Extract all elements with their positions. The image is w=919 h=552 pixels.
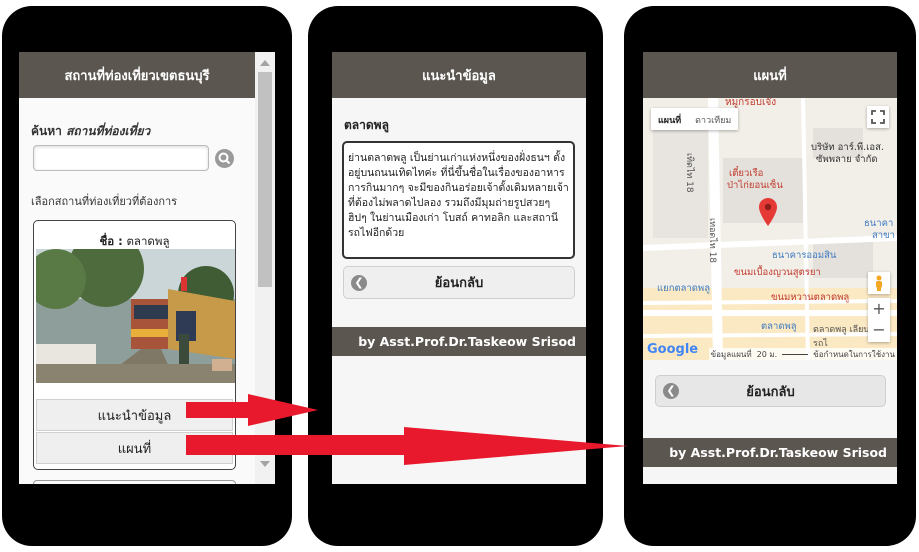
google-logo: Google bbox=[647, 342, 699, 357]
select-label: เลือกสถานที่ท่องเที่ยวที่ต้องการ bbox=[31, 195, 178, 208]
scroll-up-icon[interactable] bbox=[260, 60, 270, 66]
map-label: ธนาคารออมสิน bbox=[772, 250, 837, 261]
description-box: ย่านตลาดพลู เป็นย่านเก่าแห่งหนึ่งของฝั่ง… bbox=[342, 141, 575, 259]
phone-frame-map: แผนที่ หมูกรอบเจ๊ง บริษัท อาร์.พี.เอส. ซ… bbox=[624, 6, 916, 546]
map-label: ขนมเบื้องญวนสูตรยา bbox=[734, 267, 821, 278]
page-title: แผนที่ bbox=[643, 52, 897, 98]
scrollbar-thumb[interactable] bbox=[258, 72, 272, 287]
street-view-pegman[interactable] bbox=[868, 272, 890, 294]
map-label: เทอดไท 18 bbox=[707, 218, 717, 264]
page-title: แนะนำข้อมูล bbox=[332, 52, 586, 98]
next-card-edge bbox=[33, 480, 236, 484]
search-input[interactable] bbox=[33, 145, 209, 171]
arrow-info-icon bbox=[186, 394, 318, 426]
map-label: ตลาดพลู bbox=[761, 321, 797, 332]
search-label: ค้นหา สถานที่ท่องเที่ยว bbox=[31, 124, 151, 138]
map-label: ขนมหวานตลาดพลู bbox=[771, 292, 850, 303]
map-label: ป่าไก่ยอนเซ็น bbox=[727, 180, 783, 191]
map-attribution: ข้อมูลแผนที่ 20 ม. ข้อกำหนดในการใช้งาน bbox=[708, 348, 897, 360]
back-button[interactable]: ❮ ย้อนกลับ bbox=[655, 375, 886, 407]
place-photo bbox=[36, 249, 235, 383]
map-label: เทิดไท 18 bbox=[684, 153, 694, 193]
chevron-left-icon: ❮ bbox=[663, 383, 679, 399]
zoom-in-icon[interactable]: + bbox=[868, 298, 890, 320]
zoom-out-icon[interactable]: − bbox=[868, 320, 890, 342]
fullscreen-icon bbox=[871, 110, 885, 124]
map-type-map[interactable]: แผนที่ bbox=[651, 108, 688, 130]
fullscreen-button[interactable] bbox=[867, 106, 889, 128]
scale-bar bbox=[782, 348, 809, 355]
map-label: แยกตลาดพลู bbox=[657, 283, 711, 294]
pegman-icon bbox=[876, 275, 882, 291]
footer-credit: by Asst.Prof.Dr.Taskeow Srisod bbox=[643, 438, 897, 467]
map-label: ซัพพลาย จำกัด bbox=[816, 154, 878, 165]
screen-map: แผนที่ หมูกรอบเจ๊ง บริษัท อาร์.พี.เอส. ซ… bbox=[643, 52, 897, 484]
google-map[interactable]: หมูกรอบเจ๊ง บริษัท อาร์.พี.เอส. ซัพพลาย … bbox=[643, 98, 897, 360]
zoom-control: + − bbox=[868, 298, 890, 342]
location-pin-icon bbox=[759, 198, 777, 226]
chevron-left-icon: ❮ bbox=[351, 274, 367, 291]
page-title: สถานที่ท่องเที่ยวเขตธนบุรี bbox=[19, 52, 255, 98]
back-button[interactable]: ❮ ย้อนกลับ bbox=[343, 266, 575, 299]
search-icon bbox=[218, 152, 231, 165]
map-type-satellite[interactable]: ดาวเทียม bbox=[688, 108, 738, 130]
search-button[interactable] bbox=[215, 149, 234, 168]
footer-credit: by Asst.Prof.Dr.Taskeow Srisod bbox=[332, 327, 586, 356]
map-label: สาขา bbox=[872, 230, 895, 241]
arrow-map-icon bbox=[186, 427, 628, 465]
place-title: ตลาดพลู bbox=[344, 118, 389, 132]
map-type-control: แผนที่ ดาวเทียม bbox=[651, 108, 739, 130]
screen-info: แนะนำข้อมูล ตลาดพลู ย่านตลาดพลู เป็นย่าน… bbox=[332, 52, 586, 484]
